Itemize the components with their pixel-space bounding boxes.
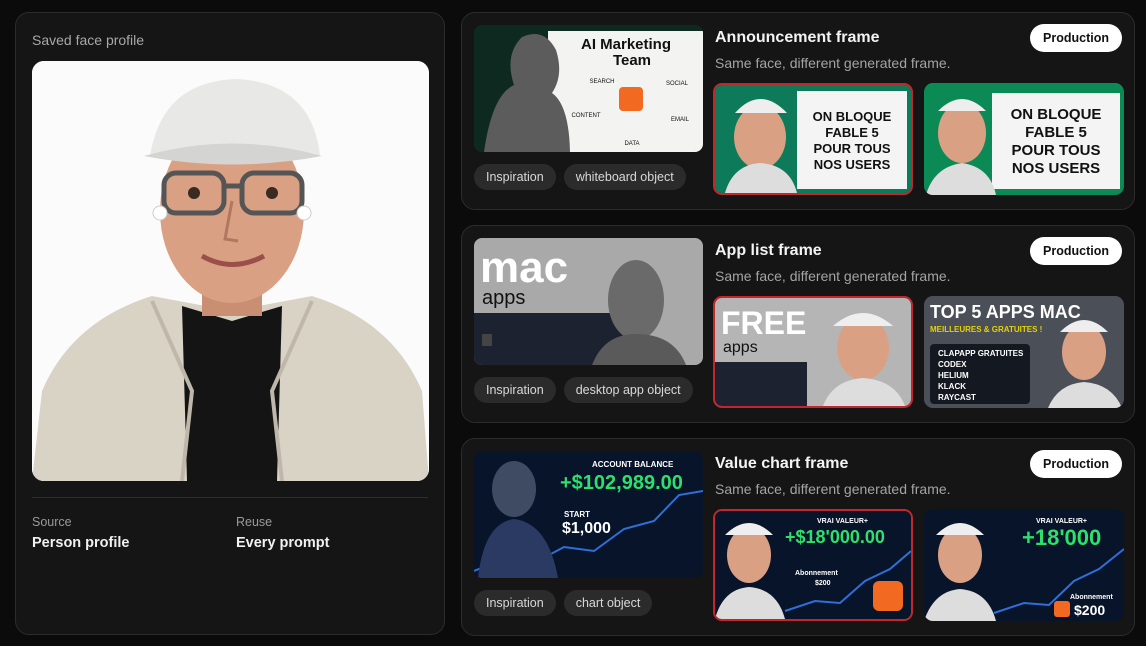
value-amount: +$18'000.00 xyxy=(785,527,885,547)
production-badge[interactable]: Production xyxy=(1030,450,1122,478)
app-list-item: KLACK xyxy=(938,382,966,391)
source-value: Person profile xyxy=(32,535,130,551)
app-root: Saved face profile Source Person profile… xyxy=(0,0,1146,646)
balance-caption: ACCOUNT BALANCE xyxy=(592,460,674,469)
value-caption: VRAI VALEUR+ xyxy=(1036,518,1087,525)
generated-thumbnail-2[interactable]: TOP 5 APPS MAC MEILLEURES & GRATUITES ! … xyxy=(924,296,1124,408)
card-subtitle: Same face, different generated frame. xyxy=(715,268,951,284)
inspiration-image[interactable]: AI Marketing Team SEARCH SOCIAL CONTENT … xyxy=(474,25,703,152)
node-label: SEARCH xyxy=(589,79,614,85)
node-label: CONTENT xyxy=(572,113,601,119)
app-list-item: RAYCAST xyxy=(938,393,976,402)
thumb-line: POUR TOUS xyxy=(1012,142,1101,159)
source-meta: Source Person profile xyxy=(32,515,130,551)
app-list-item: HELIUM xyxy=(938,371,969,380)
subscription-value: $200 xyxy=(1074,602,1105,618)
generated-thumbnail-2[interactable]: VRAI VALEUR+ +18'000 Abonnement $200 xyxy=(924,509,1124,621)
whiteboard-heading-2: Team xyxy=(613,52,651,69)
source-label: Source xyxy=(32,515,72,529)
start-label: START xyxy=(564,510,590,519)
production-badge[interactable]: Production xyxy=(1030,24,1122,52)
face-photo[interactable] xyxy=(32,61,429,481)
mac-word: mac xyxy=(480,243,568,292)
frame-card-announcement: AI Marketing Team SEARCH SOCIAL CONTENT … xyxy=(461,12,1135,210)
card-subtitle: Same face, different generated frame. xyxy=(715,55,951,71)
card-title: Value chart frame xyxy=(715,455,849,472)
claude-logo-icon xyxy=(1054,601,1070,617)
inspiration-image[interactable]: mac apps xyxy=(474,238,703,365)
tag-object[interactable]: whiteboard object xyxy=(563,164,686,190)
reuse-meta: Reuse Every prompt xyxy=(236,515,329,551)
production-badge[interactable]: Production xyxy=(1030,237,1122,265)
face-profile-panel: Saved face profile Source Person profile… xyxy=(15,12,445,635)
node-label: SOCIAL xyxy=(666,81,689,87)
thumb-line: ON BLOQUE xyxy=(1011,106,1102,123)
tag-list: Inspiration chart object xyxy=(474,590,653,616)
app-list-item: CLAPAPP GRATUITES xyxy=(938,349,1024,358)
apps-word: apps xyxy=(482,287,525,309)
top-apps-title: TOP 5 APPS MAC xyxy=(930,302,1081,322)
thumb-line: POUR TOUS xyxy=(813,141,890,156)
generated-thumbnail-1[interactable]: VRAI VALEUR+ +$18'000.00 Abonnement $200 xyxy=(713,509,913,621)
free-word: FREE xyxy=(721,305,806,341)
thumb-line: NOS USERS xyxy=(1012,160,1100,177)
apps-word: apps xyxy=(723,339,758,356)
tag-inspiration[interactable]: Inspiration xyxy=(474,164,556,190)
frame-card-app-list: mac apps Inspiration desktop app object … xyxy=(461,225,1135,423)
tag-object[interactable]: chart object xyxy=(563,590,653,616)
card-title: App list frame xyxy=(715,242,822,259)
top-apps-subtitle: MEILLEURES & GRATUITES ! xyxy=(930,325,1042,334)
card-subtitle: Same face, different generated frame. xyxy=(715,481,951,497)
balance-value: +$102,989.00 xyxy=(560,472,683,494)
generated-thumbnail-1[interactable]: FREE apps xyxy=(713,296,913,408)
tag-list: Inspiration desktop app object xyxy=(474,377,693,403)
start-value: $1,000 xyxy=(562,520,611,537)
thumb-line: FABLE 5 xyxy=(825,125,878,140)
claude-logo-icon xyxy=(873,581,903,611)
tag-list: Inspiration whiteboard object xyxy=(474,164,686,190)
generated-thumbnail-1[interactable]: ON BLOQUE FABLE 5 POUR TOUS NOS USERS xyxy=(713,83,913,195)
card-title: Announcement frame xyxy=(715,29,880,46)
whiteboard-heading-1: AI Marketing xyxy=(581,36,671,53)
inspiration-image[interactable]: ACCOUNT BALANCE +$102,989.00 START $1,00… xyxy=(474,451,703,578)
claude-logo-icon xyxy=(619,87,643,111)
panel-label: Saved face profile xyxy=(32,32,145,48)
value-amount: +18'000 xyxy=(1022,525,1101,550)
subscription-value: $200 xyxy=(815,580,831,587)
app-icon xyxy=(482,334,492,346)
thumb-line: ON BLOQUE xyxy=(813,109,892,124)
panel-divider xyxy=(32,497,428,498)
value-caption: VRAI VALEUR+ xyxy=(817,518,868,525)
tag-inspiration[interactable]: Inspiration xyxy=(474,377,556,403)
reuse-label: Reuse xyxy=(236,515,273,529)
generated-thumbnail-2[interactable]: ON BLOQUE FABLE 5 POUR TOUS NOS USERS xyxy=(924,83,1124,195)
frame-card-value-chart: ACCOUNT BALANCE +$102,989.00 START $1,00… xyxy=(461,438,1135,636)
subscription-label: Abonnement xyxy=(795,570,838,577)
reuse-value: Every prompt xyxy=(236,535,330,551)
tag-object[interactable]: desktop app object xyxy=(563,377,693,403)
thumb-line: FABLE 5 xyxy=(1025,124,1087,141)
node-label: EMAIL xyxy=(671,117,690,123)
app-list-item: CODEX xyxy=(938,360,967,369)
subscription-label: Abonnement xyxy=(1070,594,1113,601)
thumb-line: NOS USERS xyxy=(814,157,891,172)
tag-inspiration[interactable]: Inspiration xyxy=(474,590,556,616)
node-label: DATA xyxy=(624,141,639,147)
